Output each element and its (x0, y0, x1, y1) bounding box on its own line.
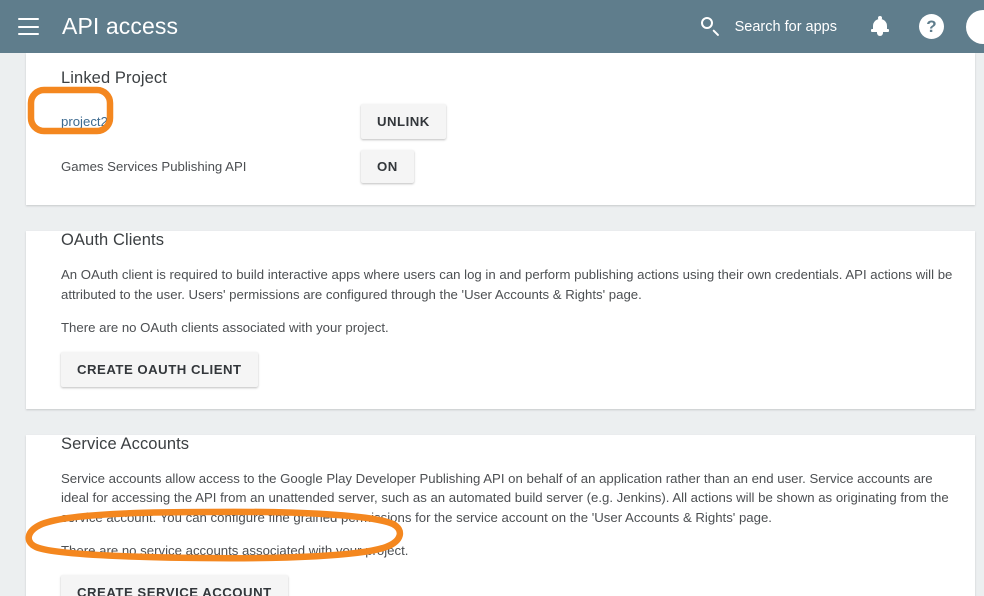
bell-icon[interactable] (869, 15, 891, 39)
oauth-clients-empty-state: There are no OAuth clients associated wi… (61, 320, 389, 335)
service-accounts-body: Service accounts allow access to the Goo… (44, 469, 957, 596)
project-link-cell: project2 (61, 114, 361, 129)
card-divider (0, 205, 984, 217)
app-bar-actions: Search for apps ? (700, 0, 984, 53)
oauth-clients-card: OAuth Clients An OAuth client is require… (26, 231, 975, 409)
oauth-clients-description: An OAuth client is required to build int… (61, 267, 953, 302)
linked-project-body: project2 UNLINK Games Services Publishin… (44, 104, 957, 205)
page-content: Linked Project project2 UNLINK Games Ser… (0, 53, 984, 596)
search-icon (700, 16, 722, 38)
help-question-icon[interactable]: ? (919, 14, 944, 39)
top-app-bar: API access Search for apps ? (0, 0, 984, 53)
project-link[interactable]: project2 (61, 114, 108, 129)
linked-project-card: Linked Project project2 UNLINK Games Ser… (26, 53, 975, 205)
hamburger-line (17, 32, 39, 35)
service-accounts-empty-state: There are no service accounts associated… (61, 543, 409, 558)
publishing-api-row: Games Services Publishing API ON (61, 149, 957, 183)
linked-project-row: project2 UNLINK (61, 104, 957, 139)
hamburger-line (17, 18, 39, 21)
search-input-placeholder[interactable]: Search for apps (735, 19, 837, 35)
create-service-account-button[interactable]: CREATE SERVICE ACCOUNT (61, 574, 288, 596)
user-avatar[interactable] (966, 9, 984, 44)
publishing-api-toggle-button[interactable]: ON (361, 149, 414, 183)
hamburger-menu-icon[interactable] (6, 0, 50, 53)
hamburger-line (17, 25, 39, 28)
create-oauth-client-button[interactable]: CREATE OAUTH CLIENT (61, 351, 258, 387)
publishing-api-label: Games Services Publishing API (61, 158, 247, 174)
unlink-button[interactable]: UNLINK (361, 104, 446, 139)
service-accounts-description: Service accounts allow access to the Goo… (61, 470, 949, 525)
service-accounts-title: Service Accounts (61, 434, 190, 453)
search-apps-box[interactable]: Search for apps (700, 16, 837, 38)
linked-project-title: Linked Project (61, 69, 167, 87)
oauth-clients-body: An OAuth client is required to build int… (44, 265, 957, 409)
oauth-clients-title: OAuth Clients (61, 231, 165, 249)
card-divider (0, 409, 984, 421)
service-accounts-card: Service Accounts Service accounts allow … (26, 434, 975, 596)
page-title: API access (62, 13, 179, 39)
